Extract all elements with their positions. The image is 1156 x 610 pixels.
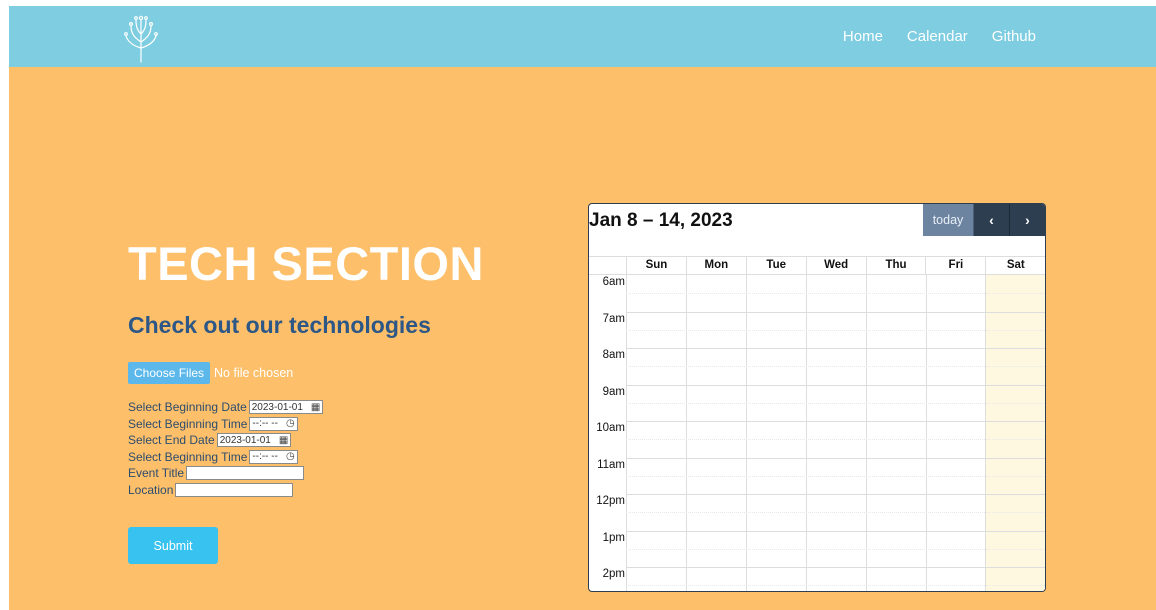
- time-label: 12pm: [596, 495, 625, 507]
- calendar-picker-icon[interactable]: ▦: [279, 435, 288, 446]
- time-grid-body: 6am 7am 8am 9am 10am 11am 12pm 1pm 2pm: [589, 275, 1045, 591]
- nav-links: Home Calendar Github: [843, 28, 1036, 45]
- today-button[interactable]: today: [923, 204, 974, 236]
- half-hour-line: [626, 512, 1045, 514]
- time-label: 2pm: [602, 568, 625, 580]
- day-header-wed: Wed: [805, 257, 866, 274]
- day-column-mon[interactable]: [685, 275, 746, 591]
- time-label: 9am: [602, 385, 625, 398]
- nav-link-github[interactable]: Github: [992, 28, 1036, 45]
- time-gutter-header: [589, 257, 626, 274]
- nav-link-home[interactable]: Home: [843, 28, 883, 45]
- end-time-label: Select Beginning Time: [128, 449, 248, 464]
- day-header-sun: Sun: [626, 257, 686, 274]
- day-header-sat: Sat: [985, 257, 1045, 274]
- event-title-row: Event Title: [128, 465, 323, 482]
- end-time-value: --:-- --: [252, 451, 278, 463]
- location-input[interactable]: [175, 482, 294, 497]
- half-hour-line: [626, 293, 1045, 295]
- end-date-row: Select End Date 2023-01-01 ▦: [128, 432, 323, 449]
- calendar-grid: Sun Mon Tue Wed Thu Fri Sat 6am 7am 8am 9am…: [589, 256, 1045, 591]
- day-header-mon: Mon: [685, 257, 746, 274]
- chevron-left-icon: ‹: [989, 212, 994, 228]
- end-date-input[interactable]: 2023-01-01 ▦: [216, 433, 292, 448]
- end-date-value: 2023-01-01: [219, 434, 271, 446]
- calendar-controls: today ‹ ›: [923, 204, 1045, 236]
- tree-logo-icon[interactable]: [121, 12, 161, 64]
- chevron-right-icon: ›: [1025, 212, 1030, 228]
- calendar-title: Jan 8 – 14, 2023: [589, 210, 733, 231]
- end-date-label: Select End Date: [128, 433, 215, 448]
- location-label: Location: [128, 482, 174, 497]
- day-header-tue: Tue: [745, 257, 806, 274]
- time-label: 11am: [597, 458, 625, 471]
- choose-files-button[interactable]: Choose Files: [128, 362, 211, 384]
- week-calendar: Jan 8 – 14, 2023 today ‹ › Sun Mon Tue W…: [588, 203, 1046, 592]
- end-time-input[interactable]: --:-- -- ◷: [249, 449, 298, 464]
- hour-line: [626, 421, 1045, 422]
- location-row: Location: [128, 482, 323, 499]
- day-column-sun[interactable]: [626, 275, 686, 591]
- hour-line: [626, 567, 1045, 568]
- hour-line: [626, 348, 1045, 349]
- next-week-button[interactable]: ›: [1009, 204, 1045, 236]
- half-hour-line: [626, 439, 1045, 441]
- hour-line: [626, 384, 1045, 386]
- hour-line: [626, 530, 1045, 532]
- begin-date-label: Select Beginning Date: [128, 400, 247, 415]
- submit-button[interactable]: Submit: [128, 527, 218, 564]
- half-hour-line: [626, 329, 1045, 331]
- clock-icon[interactable]: ◷: [286, 418, 295, 429]
- time-label: 10am: [596, 422, 625, 434]
- hero-title: TECH SECTION: [128, 237, 484, 290]
- time-label: 8am: [602, 349, 625, 361]
- file-status-text: No file chosen: [214, 366, 294, 380]
- half-hour-line: [626, 366, 1045, 368]
- begin-time-label: Select Beginning Time: [128, 416, 248, 431]
- calendar-toolbar: Jan 8 – 14, 2023 today ‹ ›: [589, 204, 1045, 238]
- half-hour-line: [626, 475, 1045, 477]
- day-header-thu: Thu: [865, 257, 926, 274]
- page-frame: Home Calendar Github TECH SECTION Check …: [9, 6, 1156, 610]
- nav-link-calendar[interactable]: Calendar: [907, 28, 968, 45]
- day-header-fri: Fri: [925, 257, 985, 274]
- event-title-label: Event Title: [128, 466, 185, 481]
- day-header-row: Sun Mon Tue Wed Thu Fri Sat: [589, 257, 1045, 275]
- begin-date-value: 2023-01-01: [251, 401, 303, 413]
- hour-line: [626, 311, 1045, 313]
- day-column-tue[interactable]: [745, 275, 806, 591]
- half-hour-line: [626, 585, 1045, 587]
- begin-date-input[interactable]: 2023-01-01 ▦: [248, 400, 324, 415]
- begin-date-row: Select Beginning Date 2023-01-01 ▦: [128, 399, 324, 416]
- begin-time-value: --:-- --: [252, 418, 278, 430]
- hero-subtitle: Check out our technologies: [128, 312, 431, 338]
- hour-line: [626, 457, 1045, 459]
- file-input: Choose Files No file chosen: [128, 362, 293, 384]
- event-form: Select Beginning Date 2023-01-01 ▦ Selec…: [128, 399, 324, 499]
- hour-line: [626, 494, 1045, 495]
- day-column-fri[interactable]: [925, 275, 986, 591]
- day-column-wed[interactable]: [805, 275, 866, 591]
- calendar-picker-icon[interactable]: ▦: [311, 402, 320, 413]
- end-time-row: Select Beginning Time --:-- -- ◷: [128, 449, 323, 466]
- day-column-sat[interactable]: [985, 275, 1045, 591]
- clock-icon[interactable]: ◷: [286, 451, 295, 462]
- event-title-input[interactable]: [186, 466, 305, 481]
- half-hour-line: [626, 402, 1045, 404]
- half-hour-line: [626, 548, 1045, 550]
- time-label: 1pm: [602, 531, 625, 544]
- time-label: 7am: [602, 312, 625, 325]
- begin-time-row: Select Beginning Time --:-- -- ◷: [128, 416, 323, 433]
- day-column-thu[interactable]: [865, 275, 926, 591]
- begin-time-input[interactable]: --:-- -- ◷: [249, 416, 298, 431]
- navbar: Home Calendar Github: [9, 6, 1156, 67]
- time-label: 6am: [602, 276, 625, 288]
- prev-week-button[interactable]: ‹: [974, 204, 1009, 236]
